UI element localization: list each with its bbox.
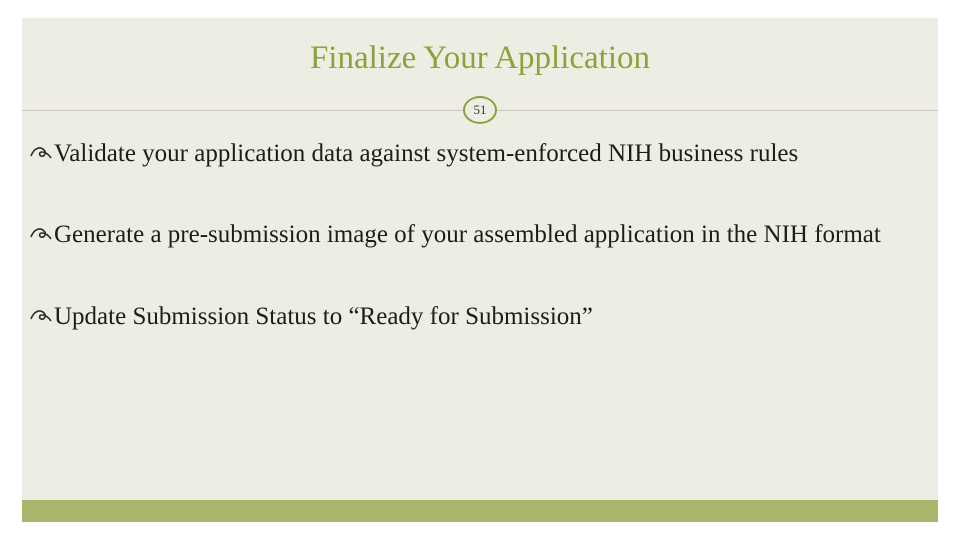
title-divider: 51 <box>22 96 938 126</box>
bullet-list: Validate your application data against s… <box>30 138 926 382</box>
slide-panel: Finalize Your Application 51 Validate yo… <box>22 18 938 522</box>
swirl-bullet-icon <box>30 301 52 329</box>
slide-number: 51 <box>474 102 487 118</box>
list-item-text: Update Submission Status to “Ready for S… <box>54 301 926 332</box>
list-item-text: Generate a pre-submission image of your … <box>54 219 926 250</box>
list-item: Validate your application data against s… <box>30 138 926 169</box>
footer-accent-bar <box>22 500 938 522</box>
slide-title: Finalize Your Application <box>22 40 938 77</box>
slide-number-badge: 51 <box>463 96 497 124</box>
slide: Finalize Your Application 51 Validate yo… <box>0 0 960 540</box>
list-item: Generate a pre-submission image of your … <box>30 219 926 250</box>
swirl-bullet-icon <box>30 219 52 247</box>
list-item: Update Submission Status to “Ready for S… <box>30 301 926 332</box>
list-item-text: Validate your application data against s… <box>54 138 926 169</box>
swirl-bullet-icon <box>30 138 52 166</box>
